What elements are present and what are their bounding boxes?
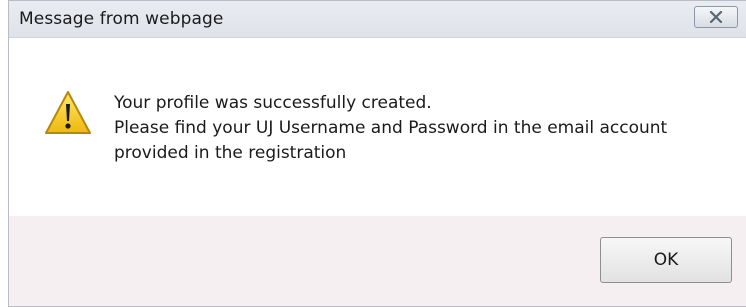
- message-dialog: Message from webpage Your profile was su…: [8, 0, 746, 307]
- dialog-titlebar[interactable]: Message from webpage: [9, 1, 746, 38]
- message-line: provided in the registration: [114, 143, 347, 163]
- warning-triangle-icon: [45, 91, 91, 134]
- message-line: Your profile was successfully created.: [114, 93, 432, 113]
- close-icon: [709, 11, 723, 23]
- dialog-message: Your profile was successfully created. P…: [114, 91, 724, 166]
- dialog-content: Your profile was successfully created. P…: [9, 38, 746, 216]
- dialog-footer: OK: [9, 216, 746, 306]
- ok-button[interactable]: OK: [600, 237, 732, 283]
- dialog-title: Message from webpage: [19, 9, 224, 29]
- close-button[interactable]: [694, 6, 738, 28]
- message-line: Please find your UJ Username and Passwor…: [114, 118, 668, 138]
